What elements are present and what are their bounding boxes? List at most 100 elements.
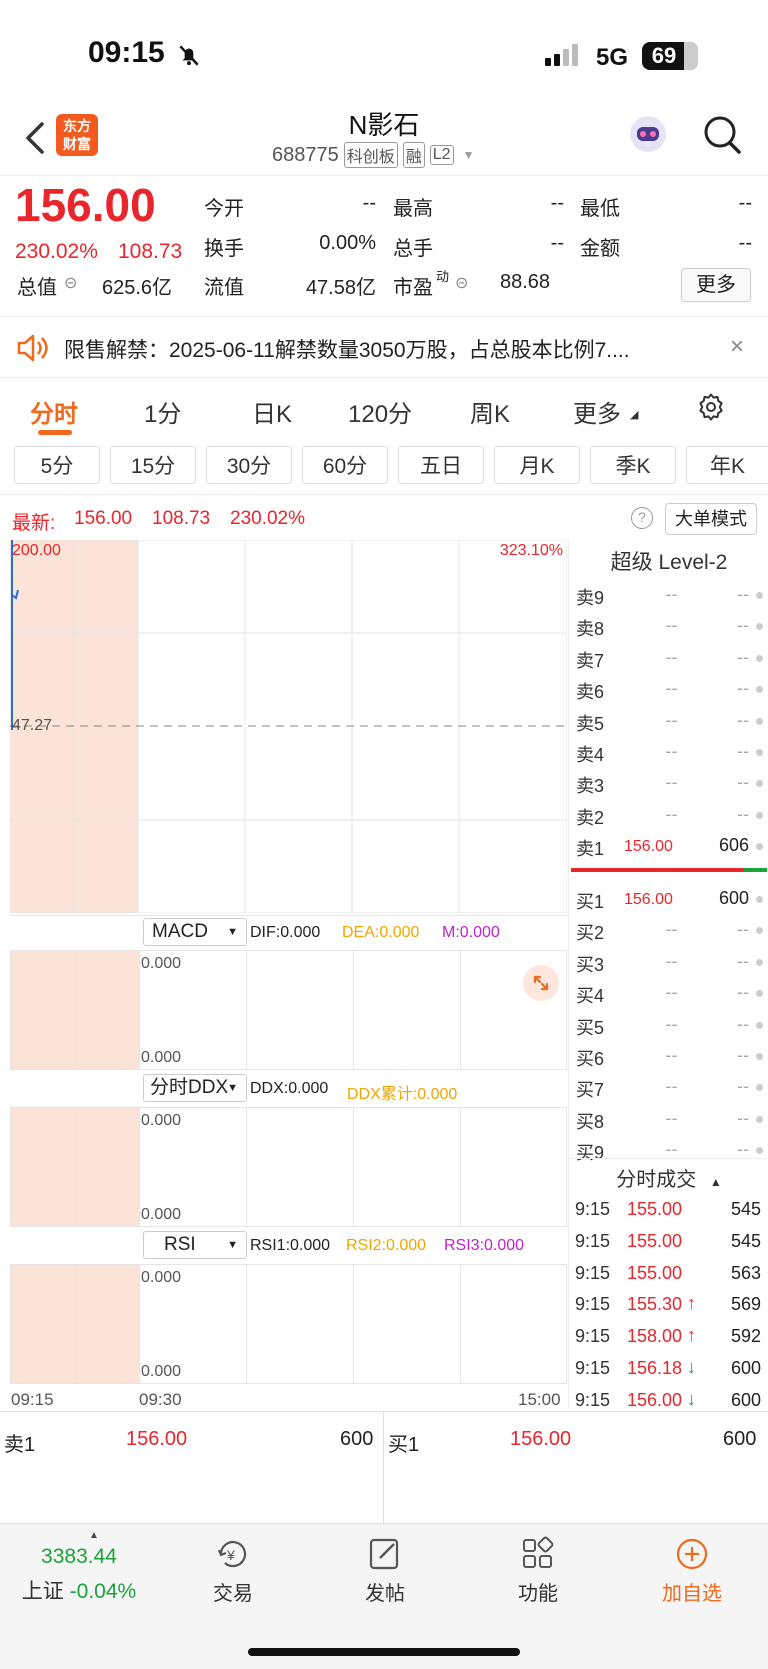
rsi-select[interactable]: RSI ▼ [143, 1231, 247, 1259]
ask-level-row[interactable]: 卖5 -- -- [569, 705, 768, 735]
help-icon[interactable]: ? [631, 507, 653, 529]
pct-top-label: 323.10% [499, 542, 563, 559]
more-button[interactable]: 更多 [681, 268, 751, 302]
level-price: -- [665, 950, 678, 971]
index-ticker[interactable]: ▲ 3383.44 上证 -0.04% [14, 1524, 144, 1624]
settings-gear-icon[interactable] [696, 392, 726, 422]
nav-trade[interactable]: ¥ 交易 [198, 1536, 268, 1606]
bid-level-row[interactable]: 买4 -- -- [569, 977, 768, 1007]
tick-volume: 545 [730, 1199, 761, 1219]
badge-rong: 融 [402, 142, 425, 168]
macd-m: M:0.000 [442, 924, 500, 941]
tab-1min[interactable]: 1分 [144, 394, 181, 429]
order-book-title[interactable]: 超级 Level-2 [569, 546, 768, 576]
ask-level-row[interactable]: 卖7 -- -- [569, 642, 768, 672]
ddx-select[interactable]: 分时DDX ▼ [143, 1074, 247, 1102]
bid-level-row[interactable]: 买1 156.00 600 [569, 883, 768, 913]
subtab-5day[interactable]: 五日 [398, 446, 484, 484]
ddx-chart[interactable]: 0.000 0.000 [10, 1107, 567, 1227]
bottom-quote-bar: 卖1 156.00 600 买1 156.00 600 [0, 1411, 768, 1524]
tab-intraday[interactable]: 分时 [30, 394, 78, 429]
level-price: 156.00 [624, 838, 673, 856]
bid-level-row[interactable]: 买3 -- -- [569, 946, 768, 976]
pe-value: 88.68 [500, 271, 551, 293]
stock-code-row[interactable]: 688775 科创板 融 L2 ▼ [272, 142, 474, 168]
price-top-label: 200.00 [12, 542, 61, 559]
rsi1: RSI1:0.000 [250, 1237, 331, 1254]
info-icon[interactable]: ⊝ [455, 273, 468, 293]
close-icon[interactable]: × [730, 333, 744, 361]
order-book: 超级 Level-2 卖9 -- -- 卖8 -- -- 卖7 -- -- 卖6 -- -- 卖5 -- -… [568, 540, 768, 1165]
ask-level-row[interactable]: 卖8 -- -- [569, 610, 768, 640]
subtab-60min[interactable]: 60分 [302, 446, 388, 484]
bid-level-row[interactable]: 买7 -- -- [569, 1071, 768, 1101]
level-price: -- [665, 741, 678, 761]
grid-icon [523, 1536, 554, 1568]
bq-buy-vol: 600 [723, 1428, 757, 1450]
tick-volume: 569 [730, 1294, 761, 1315]
ask-level-row[interactable]: 卖4 -- -- [569, 736, 768, 766]
ask-level-row[interactable]: 卖6 -- -- [569, 673, 768, 703]
tick-price: 155.00 [627, 1199, 683, 1219]
latest-row: 最新: 156.00 108.73 230.02% ? 大单模式 [0, 494, 768, 536]
expand-icon[interactable] [523, 965, 559, 1001]
macd-select[interactable]: MACD ▼ [143, 918, 247, 946]
tick-title[interactable]: 分时成交 ▲ [569, 1163, 768, 1192]
robot-assistant-icon[interactable] [626, 112, 670, 156]
tick-arrow-icon: ↓ [687, 1357, 696, 1377]
ddx-header: 分时DDX ▼ DDX:0.000 DDX累计:0.000 [10, 1072, 567, 1106]
nav-post[interactable]: 发帖 [350, 1536, 420, 1606]
notice-text: 限售解禁：2025-06-11解禁数量3050万股，占总股本比例7.... [64, 339, 630, 362]
quote-panel: 156.00 230.02% 108.73 今开 -- 最高 -- 最低 -- … [0, 176, 768, 316]
ref-price-label: 47.27 [12, 717, 53, 734]
big-order-mode-button[interactable]: 大单模式 [665, 503, 757, 535]
bid-level-row[interactable]: 买6 -- -- [569, 1040, 768, 1070]
price-chart-svg [9, 539, 568, 914]
level-volume: -- [737, 646, 749, 667]
bid-level-row[interactable]: 买2 -- -- [569, 914, 768, 944]
nav-functions[interactable]: 功能 [503, 1536, 573, 1606]
notice-bar[interactable]: 限售解禁：2025-06-11解禁数量3050万股，占总股本比例7.... × [0, 316, 768, 378]
tab-weekly[interactable]: 周K [470, 394, 510, 429]
search-icon[interactable] [702, 114, 742, 156]
open-value: -- [362, 192, 376, 214]
ask-level-row[interactable]: 卖3 -- -- [569, 767, 768, 797]
badge-l2: L2 [429, 145, 454, 165]
tick-row: 9:15 155.00 563 [569, 1259, 768, 1289]
stock-code: 688775 [272, 143, 339, 166]
bottom-nav: ▲ 3383.44 上证 -0.04% ¥ 交易 发帖 功能 加自选 [0, 1523, 768, 1669]
intraday-chart[interactable]: 200.00 323.10% 47.27 [9, 539, 568, 914]
ask-level-row[interactable]: 卖2 -- -- [569, 799, 768, 829]
tab-daily[interactable]: 日K [252, 394, 292, 429]
subtab-15min[interactable]: 15分 [110, 446, 196, 484]
ask-level-row[interactable]: 卖9 -- -- [569, 579, 768, 609]
rsi-chart[interactable]: 0.000 0.000 [10, 1264, 567, 1384]
tick-time: 9:15 [575, 1326, 611, 1347]
level-volume: -- [737, 982, 749, 1003]
tab-120min[interactable]: 120分 [348, 394, 412, 429]
level-dot-icon [756, 717, 763, 725]
tick-volume: 545 [730, 1230, 761, 1251]
subtab-quarterly[interactable]: 季K [590, 446, 676, 484]
level-volume: 600 [718, 888, 749, 908]
info-icon[interactable]: ⊝ [64, 273, 77, 293]
macd-bottom-label: 0.000 [141, 1049, 182, 1066]
tab-more[interactable]: 更多 [573, 394, 621, 429]
tick-row: 9:15 155.00 545 [569, 1227, 768, 1257]
ask-level-row[interactable]: 卖1 156.00 606 [569, 830, 768, 860]
level-price: -- [665, 615, 678, 636]
nav-add-watchlist[interactable]: 加自选 [652, 1536, 732, 1606]
change-pct: 230.02% [15, 240, 98, 263]
caret-icon: ◢ [630, 409, 639, 421]
bid-level-row[interactable]: 买8 -- -- [569, 1103, 768, 1133]
subtab-5min[interactable]: 5分 [14, 446, 100, 484]
subtab-yearly[interactable]: 年K [686, 446, 768, 484]
subtab-monthly[interactable]: 月K [494, 446, 580, 484]
tick-row: 9:15 155.00 545 [569, 1195, 768, 1225]
level-price: -- [665, 584, 678, 604]
subtab-30min[interactable]: 30分 [206, 446, 292, 484]
macd-chart[interactable]: 0.000 0.000 [10, 950, 567, 1070]
tick-volume: 600 [730, 1389, 761, 1410]
bid-level-row[interactable]: 买5 -- -- [569, 1009, 768, 1039]
tick-arrow-icon: ↑ [687, 1293, 696, 1314]
